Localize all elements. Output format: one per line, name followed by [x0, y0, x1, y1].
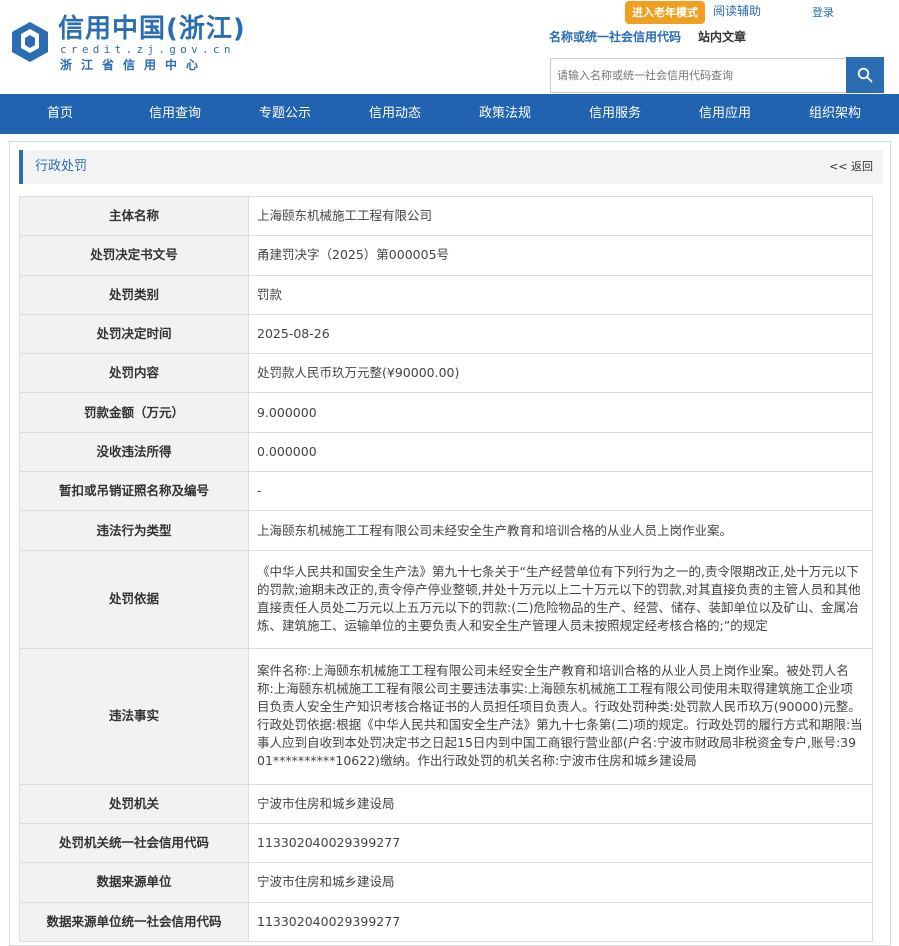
row-value: 甬建罚决字（2025）第000005号 — [248, 235, 873, 276]
row-label: 处罚决定时间 — [19, 313, 249, 355]
row-value: 案件名称:上海颐东机械施工工程有限公司未经安全生产教育和培训合格的从业人员上岗作… — [248, 647, 873, 785]
table-row: 处罚类别 罚款 — [19, 274, 873, 315]
nav-item-credit-service[interactable]: 信用服务 — [560, 94, 670, 134]
row-value: 9.000000 — [248, 392, 873, 433]
table-row: 主体名称 上海颐东机械施工工程有限公司 — [19, 195, 873, 237]
row-label: 数据来源单位统一社会信用代码 — [19, 901, 249, 942]
row-label: 主体名称 — [19, 195, 249, 237]
table-row: 数据来源单位统一社会信用代码 113302040029399277 — [19, 901, 873, 942]
row-label: 处罚内容 — [19, 353, 249, 394]
row-label: 违法行为类型 — [19, 510, 249, 551]
row-value: - — [248, 471, 873, 512]
panel-header: 行政处罚 << 返回 — [19, 150, 883, 184]
row-label: 暂扣或吊销证照名称及编号 — [19, 471, 249, 512]
table-row: 处罚机关 宁波市住房和城乡建设局 — [19, 783, 873, 824]
search-input[interactable] — [550, 58, 846, 93]
nav-item-credit-news[interactable]: 信用动态 — [340, 94, 450, 134]
row-value: 《中华人民共和国安全生产法》第九十七条关于“生产经营单位有下列行为之一的,责令限… — [248, 549, 873, 649]
table-row: 处罚决定书文号 甬建罚决字（2025）第000005号 — [19, 235, 873, 276]
row-value: 上海颐东机械施工工程有限公司 — [248, 195, 873, 237]
login-link[interactable]: 登录 — [812, 5, 834, 21]
main-nav: 首页 信用查询 专题公示 信用动态 政策法规 信用服务 信用应用 组织架构 — [0, 94, 899, 134]
row-value: 0.000000 — [248, 431, 873, 473]
nav-item-credit-application[interactable]: 信用应用 — [670, 94, 780, 134]
row-label: 数据来源单位 — [19, 862, 249, 903]
penalty-info-table: 主体名称 上海颐东机械施工工程有限公司 处罚决定书文号 甬建罚决字（2025）第… — [19, 195, 873, 942]
search-tab-credit-code[interactable]: 名称或统一社会信用代码 — [549, 29, 681, 45]
row-value: 宁波市住房和城乡建设局 — [248, 783, 873, 824]
table-row: 数据来源单位 宁波市住房和城乡建设局 — [19, 862, 873, 903]
site-domain: credit.zj.gov.cn — [60, 43, 235, 56]
row-label: 违法事实 — [19, 647, 249, 785]
row-value: 113302040029399277 — [248, 901, 873, 942]
row-value: 罚款 — [248, 274, 873, 315]
row-label: 处罚机关统一社会信用代码 — [19, 822, 249, 864]
search-button[interactable] — [846, 57, 884, 93]
site-center-name: 浙江省信用中心 — [60, 58, 208, 72]
row-label: 处罚依据 — [19, 549, 249, 649]
table-row: 处罚内容 处罚款人民币玖万元整(¥90000.00) — [19, 353, 873, 394]
table-row: 违法行为类型 上海颐东机械施工工程有限公司未经安全生产教育和培训合格的从业人员上… — [19, 510, 873, 551]
table-row: 处罚机关统一社会信用代码 113302040029399277 — [19, 822, 873, 864]
site-logo-icon[interactable] — [10, 20, 50, 64]
nav-item-credit-query[interactable]: 信用查询 — [120, 94, 230, 134]
table-row: 处罚决定时间 2025-08-26 — [19, 313, 873, 355]
row-label: 没收违法所得 — [19, 431, 249, 473]
table-row: 违法事实 案件名称:上海颐东机械施工工程有限公司未经安全生产教育和培训合格的从业… — [19, 647, 873, 785]
nav-item-organization[interactable]: 组织架构 — [780, 94, 890, 134]
row-label: 处罚决定书文号 — [19, 235, 249, 276]
row-value: 处罚款人民币玖万元整(¥90000.00) — [248, 353, 873, 394]
search-icon — [857, 67, 873, 83]
back-link[interactable]: << 返回 — [829, 150, 873, 184]
search-tab-site-articles[interactable]: 站内文章 — [698, 29, 746, 45]
read-assist-link[interactable]: 阅读辅助 — [713, 3, 761, 19]
table-row: 没收违法所得 0.000000 — [19, 431, 873, 473]
site-name[interactable]: 信用中国(浙江) — [58, 14, 246, 44]
row-value: 2025-08-26 — [248, 313, 873, 355]
row-label: 罚款金额（万元） — [19, 392, 249, 433]
row-value: 宁波市住房和城乡建设局 — [248, 862, 873, 903]
row-label: 处罚类别 — [19, 274, 249, 315]
elder-mode-button[interactable]: 进入老年模式 — [625, 1, 705, 24]
nav-item-policies[interactable]: 政策法规 — [450, 94, 560, 134]
panel-title: 行政处罚 — [35, 159, 88, 174]
site-header: 信用中国(浙江) credit.zj.gov.cn 浙江省信用中心 进入老年模式… — [0, 0, 899, 94]
row-value: 113302040029399277 — [248, 822, 873, 864]
table-row: 罚款金额（万元） 9.000000 — [19, 392, 873, 433]
nav-item-special-notice[interactable]: 专题公示 — [230, 94, 340, 134]
nav-item-home[interactable]: 首页 — [0, 94, 120, 134]
table-row: 处罚依据 《中华人民共和国安全生产法》第九十七条关于“生产经营单位有下列行为之一… — [19, 549, 873, 649]
row-value: 上海颐东机械施工工程有限公司未经安全生产教育和培训合格的从业人员上岗作业案。 — [248, 510, 873, 551]
row-label: 处罚机关 — [19, 783, 249, 824]
table-row: 暂扣或吊销证照名称及编号 - — [19, 471, 873, 512]
